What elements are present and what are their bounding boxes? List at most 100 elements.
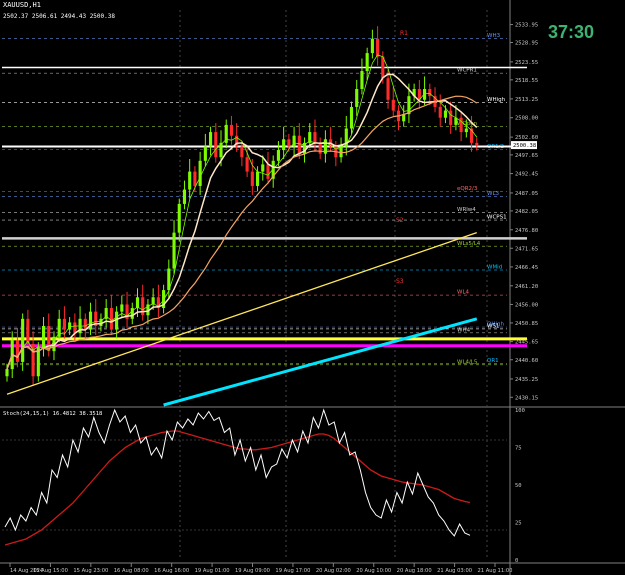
candle-body [459, 117, 463, 133]
candle-body [214, 132, 218, 158]
price-tick-label: 2502.60 [515, 135, 538, 141]
time-tick-label: 15 Aug 15:00 [33, 568, 68, 574]
candle-body [240, 146, 244, 158]
symbol-title: XAUUSD,H1 [3, 1, 41, 9]
stoch-tick-label: 50 [515, 483, 522, 489]
time-tick-label: 19 Aug 09:00 [235, 568, 270, 574]
level-label: QR1 [487, 358, 499, 364]
price-tick-label: 2450.85 [515, 321, 538, 327]
candle-body [250, 171, 254, 186]
time-tick-label: 19 Aug 17:00 [275, 568, 310, 574]
candle-body [177, 203, 181, 233]
candle-body [360, 71, 364, 89]
candle-body [209, 132, 213, 147]
time-tick-label: 21 Aug 03:00 [437, 568, 472, 574]
candle-body [172, 232, 176, 269]
time-tick-label: 20 Aug 02:00 [316, 568, 351, 574]
candle-body [26, 318, 30, 344]
time-tick-label: 19 Aug 01:00 [195, 568, 230, 574]
candle-body [282, 139, 286, 151]
time-tick-label: 15 Aug 23:00 [73, 568, 108, 574]
stoch-title: Stoch(24,15,1) 16.4812 38.3518 [3, 411, 102, 417]
price-tick-label: 2528.95 [515, 40, 538, 46]
time-tick-label: 16 Aug 08:00 [114, 568, 149, 574]
price-tick-label: 2466.45 [515, 265, 538, 271]
level-label: WL4/L5 [457, 359, 478, 365]
time-tick-label: 20 Aug 10:00 [356, 568, 391, 574]
level-label: WH4 [457, 327, 471, 333]
candle-body [313, 132, 317, 143]
level-label: WH3 [487, 33, 501, 39]
candle-body [109, 308, 113, 330]
candle-body [15, 340, 20, 362]
time-tick-label: 21 Aug 11:00 [478, 568, 513, 574]
level-label: WS1 [487, 323, 499, 329]
candle-body [449, 110, 453, 125]
stoch-tick-label: 75 [515, 446, 522, 452]
price-tick-label: 2508.00 [515, 116, 538, 122]
candle-body [255, 171, 260, 186]
candle-body [203, 146, 207, 161]
price-tick-label: 2523.55 [515, 60, 538, 66]
price-tick-label: 2487.05 [515, 191, 538, 197]
current-price-label: 2500.38 [513, 143, 536, 149]
price-chart-canvas[interactable]: WH3WCPR1WHighWOpenQR1/2eQR2/3WL3WRlw4WCP… [0, 0, 625, 575]
ohlc-readout: 2502.37 2506.61 2494.43 2500.38 [3, 13, 115, 20]
candle-body [193, 171, 197, 186]
candle-body [198, 160, 202, 186]
price-tick-label: 2445.65 [515, 340, 538, 346]
price-tick-label: 2471.65 [515, 246, 538, 252]
price-tick-label: 2492.45 [515, 172, 538, 178]
level-label: WRlw4 [457, 207, 476, 213]
price-tick-label: 2518.55 [515, 78, 538, 84]
candle-body [276, 150, 280, 161]
price-tick-label: 2497.65 [515, 153, 538, 159]
candle-body [428, 89, 432, 97]
price-tick-label: 2435.25 [515, 377, 538, 383]
candle-body [261, 164, 265, 172]
candle-body [297, 135, 301, 154]
candle-body [188, 171, 192, 190]
candle-body [464, 128, 468, 133]
candle-timer: 37:30 [548, 22, 594, 42]
level-label: WMid [487, 264, 502, 270]
time-tick-label: 20 Aug 18:00 [397, 568, 432, 574]
price-tick-label: 2430.15 [515, 395, 538, 401]
price-tick-label: 2461.20 [515, 284, 538, 290]
level-label: WHigh [487, 97, 506, 103]
stoch-tick-label: 0 [515, 558, 518, 564]
candle-body [266, 164, 270, 179]
candle-body [370, 38, 374, 54]
candle-body [438, 106, 442, 118]
candle-body [5, 369, 9, 377]
candle-body [120, 304, 124, 312]
candle-body [287, 139, 291, 147]
stoch-tick-label: 100 [515, 408, 525, 414]
candle-body [391, 99, 395, 111]
time-tick-label: 16 Aug 16:00 [154, 568, 189, 574]
price-tick-label: 2476.80 [515, 228, 538, 234]
candle-body [41, 326, 46, 348]
level-label: eQR2/3 [457, 186, 478, 192]
candle-body [349, 106, 354, 129]
level-label: WLs5/L4 [457, 241, 481, 247]
price-tick-label: 2456.00 [515, 302, 538, 308]
candle-body [443, 110, 448, 118]
candle-body [365, 53, 369, 72]
candle-body [355, 89, 359, 107]
candle-body [182, 189, 187, 204]
candle-body [475, 142, 479, 146]
level-label: WL4 [457, 290, 470, 296]
candle-body [62, 318, 66, 330]
level-label: WCPR1 [457, 68, 477, 74]
candle-body [229, 124, 234, 136]
price-tick-label: 2513.25 [515, 97, 538, 103]
marker-label: R1 [400, 30, 408, 37]
candle-body [21, 318, 25, 362]
level-label: WCPS1 [487, 215, 507, 221]
price-tick-label: 2482.05 [515, 209, 538, 215]
marker-label: S2 [396, 217, 404, 224]
level-label: WL3 [487, 191, 500, 197]
candle-body [141, 297, 145, 316]
marker-label: S3 [396, 278, 404, 285]
